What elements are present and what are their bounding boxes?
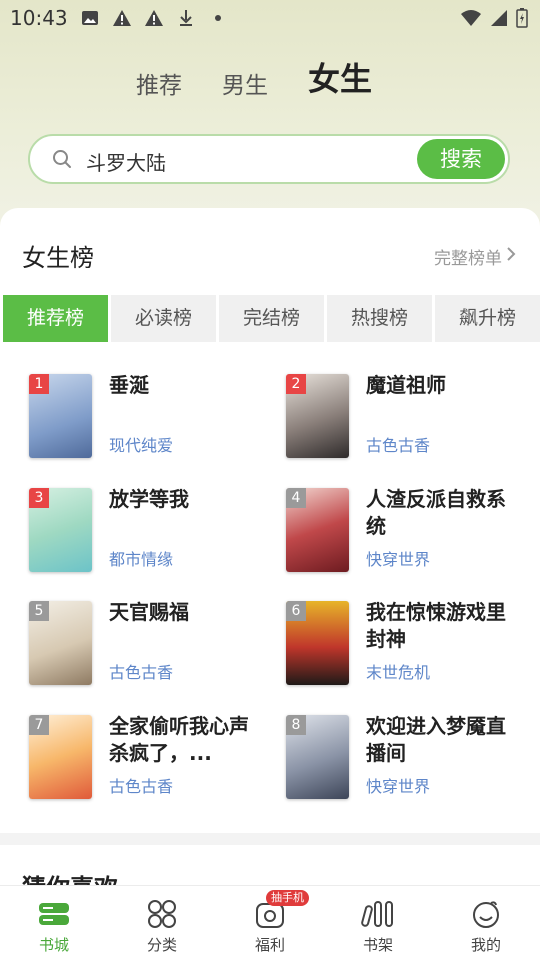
search-input[interactable]: 斗罗大陆 [86, 147, 166, 176]
book-cover: 8 [286, 715, 349, 799]
book-item[interactable]: 7 全家偷听我心声杀疯了，... 古色古香 [29, 714, 279, 805]
rank-badge: 7 [29, 715, 49, 735]
book-title: 放学等我 [109, 487, 189, 511]
nav-bookstore[interactable]: 书城 [0, 886, 108, 961]
ranking-card: 女生榜 完整榜单 推荐榜 必读榜 完结榜 热搜榜 飙升榜 1 垂涎 现代纯爱 2… [0, 208, 540, 960]
download-icon [176, 8, 196, 28]
book-title: 垂涎 [109, 373, 149, 397]
bottom-nav: 书城 分类 抽手机 福利 书架 我的 [0, 885, 540, 961]
profile-icon [469, 898, 503, 930]
book-cover: 5 [29, 601, 92, 685]
nav-label: 福利 [254, 936, 285, 954]
bookstore-icon [37, 898, 71, 930]
status-bar: 10:43 [0, 0, 540, 36]
rank-badge: 8 [286, 715, 306, 735]
book-cover: 2 [286, 374, 349, 458]
nav-welfare[interactable]: 抽手机 福利 [216, 886, 324, 961]
book-title: 欢迎进入梦魇直播间 [366, 714, 506, 765]
rank-badge: 4 [286, 488, 306, 508]
book-tag[interactable]: 古色古香 [109, 773, 173, 797]
book-cover: 1 [29, 374, 92, 458]
full-list-link[interactable]: 完整榜单 [434, 244, 516, 269]
category-icon [145, 898, 179, 930]
book-cover: 3 [29, 488, 92, 572]
chevron-right-icon [506, 246, 516, 267]
tab-recommend[interactable]: 推荐 [136, 66, 182, 100]
nav-profile[interactable]: 我的 [432, 886, 540, 961]
nav-badge: 抽手机 [266, 890, 309, 906]
warning-icon [144, 8, 164, 28]
book-title: 天官赐福 [109, 600, 189, 624]
book-title: 人渣反派自救系统 [366, 487, 506, 538]
nav-label: 分类 [146, 936, 177, 954]
book-cover: 7 [29, 715, 92, 799]
tab-male[interactable]: 男生 [222, 66, 268, 100]
book-tag[interactable]: 古色古香 [366, 432, 430, 456]
rank-badge: 1 [29, 374, 49, 394]
wifi-icon [460, 9, 482, 31]
search-bar[interactable]: 斗罗大陆 搜索 [28, 134, 510, 184]
nav-label: 书城 [38, 936, 69, 954]
section-divider [0, 833, 540, 845]
book-tag[interactable]: 都市情缘 [109, 546, 173, 570]
full-list-label: 完整榜单 [434, 249, 502, 269]
book-tag[interactable]: 现代纯爱 [109, 432, 173, 456]
book-cover: 4 [286, 488, 349, 572]
tab-hot-search-rank[interactable]: 热搜榜 [327, 295, 432, 342]
book-tag[interactable]: 古色古香 [109, 659, 173, 683]
search-button[interactable]: 搜索 [417, 139, 505, 179]
rank-badge: 6 [286, 601, 306, 621]
status-time: 10:43 [10, 6, 68, 30]
rank-badge: 3 [29, 488, 49, 508]
rank-badge: 5 [29, 601, 49, 621]
tab-must-read-rank[interactable]: 必读榜 [111, 295, 216, 342]
gender-tabs: 推荐 男生 女生 [0, 52, 540, 108]
book-title: 全家偷听我心声杀疯了，... [109, 714, 249, 765]
book-tag[interactable]: 快穿世界 [366, 546, 430, 570]
book-item[interactable]: 8 欢迎进入梦魇直播间 快穿世界 [286, 714, 536, 805]
tab-completed-rank[interactable]: 完结榜 [219, 295, 324, 342]
nav-category[interactable]: 分类 [108, 886, 216, 961]
book-item[interactable]: 6 我在惊悚游戏里封神 末世危机 [286, 600, 536, 691]
book-item[interactable]: 5 天官赐福 古色古香 [29, 600, 279, 691]
warning-icon [112, 8, 132, 28]
nav-bookshelf[interactable]: 书架 [324, 886, 432, 961]
book-item[interactable]: 3 放学等我 都市情缘 [29, 487, 279, 578]
tab-female[interactable]: 女生 [308, 54, 372, 100]
search-icon [52, 149, 72, 173]
nav-label: 我的 [470, 936, 501, 954]
section-title: 女生榜 [22, 244, 94, 272]
bookshelf-icon [361, 898, 395, 930]
book-title: 魔道祖师 [366, 373, 446, 397]
battery-icon [516, 8, 528, 32]
book-tag[interactable]: 末世危机 [366, 659, 430, 683]
tab-recommend-rank[interactable]: 推荐榜 [3, 295, 108, 342]
book-item[interactable]: 4 人渣反派自救系统 快穿世界 [286, 487, 536, 578]
book-title: 我在惊悚游戏里封神 [366, 600, 506, 651]
signal-icon [490, 9, 508, 31]
rank-tabs: 推荐榜 必读榜 完结榜 热搜榜 飙升榜 [3, 295, 540, 342]
book-tag[interactable]: 快穿世界 [366, 773, 430, 797]
book-item[interactable]: 2 魔道祖师 古色古香 [286, 373, 536, 464]
rank-badge: 2 [286, 374, 306, 394]
book-cover: 6 [286, 601, 349, 685]
book-item[interactable]: 1 垂涎 现代纯爱 [29, 373, 279, 464]
dot-icon [208, 8, 228, 28]
image-icon [80, 8, 100, 28]
nav-label: 书架 [362, 936, 393, 954]
tab-rising-rank[interactable]: 飙升榜 [435, 295, 540, 342]
header-background [0, 0, 540, 240]
